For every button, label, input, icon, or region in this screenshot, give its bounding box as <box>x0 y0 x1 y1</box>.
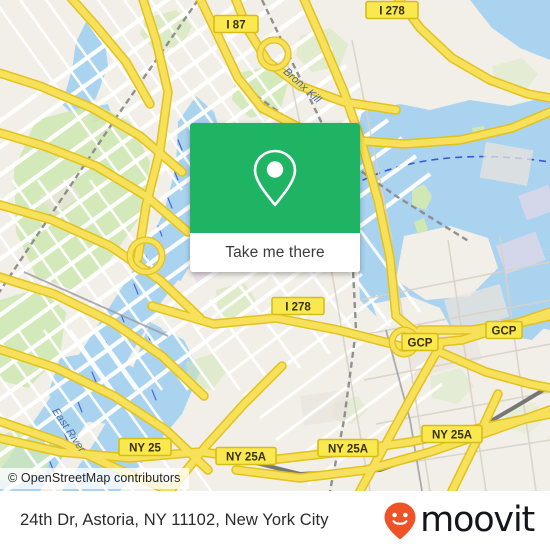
road-shield-i-278: I 278 <box>271 296 325 316</box>
road-shield-gcp: GCP <box>485 320 523 340</box>
road-shield-gcp: GCP <box>401 332 439 352</box>
svg-text:I 278: I 278 <box>379 5 405 17</box>
road-shield-ny-25a: NY 25A <box>215 446 277 466</box>
svg-text:GCP: GCP <box>492 325 517 337</box>
footer-bar: 24th Dr, Astoria, NY 11102, New York Cit… <box>0 491 550 550</box>
osm-attribution[interactable]: © OpenStreetMap contributors <box>0 468 189 489</box>
road-shield-i-278: I 278 <box>365 0 419 20</box>
road-shield-ny-25a: NY 25A <box>421 424 483 444</box>
svg-text:NY 25A: NY 25A <box>328 443 368 455</box>
svg-text:I 278: I 278 <box>285 301 311 313</box>
road-shield-ny-25a: NY 25A <box>317 438 379 458</box>
svg-text:GCP: GCP <box>408 337 433 349</box>
road-shield-ny-25: NY 25 <box>118 437 172 457</box>
svg-text:I 87: I 87 <box>226 19 245 31</box>
moovit-logo[interactable]: moovit <box>383 500 535 541</box>
address-label: 24th Dr, Astoria, NY 11102, New York Cit… <box>20 511 329 529</box>
map-pin-icon <box>253 149 297 207</box>
road-shield-i-87: I 87 <box>213 14 259 34</box>
moovit-wordmark: moovit <box>420 500 535 540</box>
take-me-there-button[interactable]: Take me there <box>190 233 360 272</box>
moovit-map-screenshot: Bronx Kill East River I 87 I 278 I 278 GCP GC… <box>0 0 550 550</box>
card-icon-area <box>190 123 360 233</box>
take-me-there-card[interactable]: Take me there <box>190 123 360 272</box>
svg-text:NY 25A: NY 25A <box>226 451 266 463</box>
svg-text:NY 25: NY 25 <box>129 442 161 454</box>
moovit-pin-icon <box>384 502 416 539</box>
svg-text:NY 25A: NY 25A <box>432 429 472 441</box>
